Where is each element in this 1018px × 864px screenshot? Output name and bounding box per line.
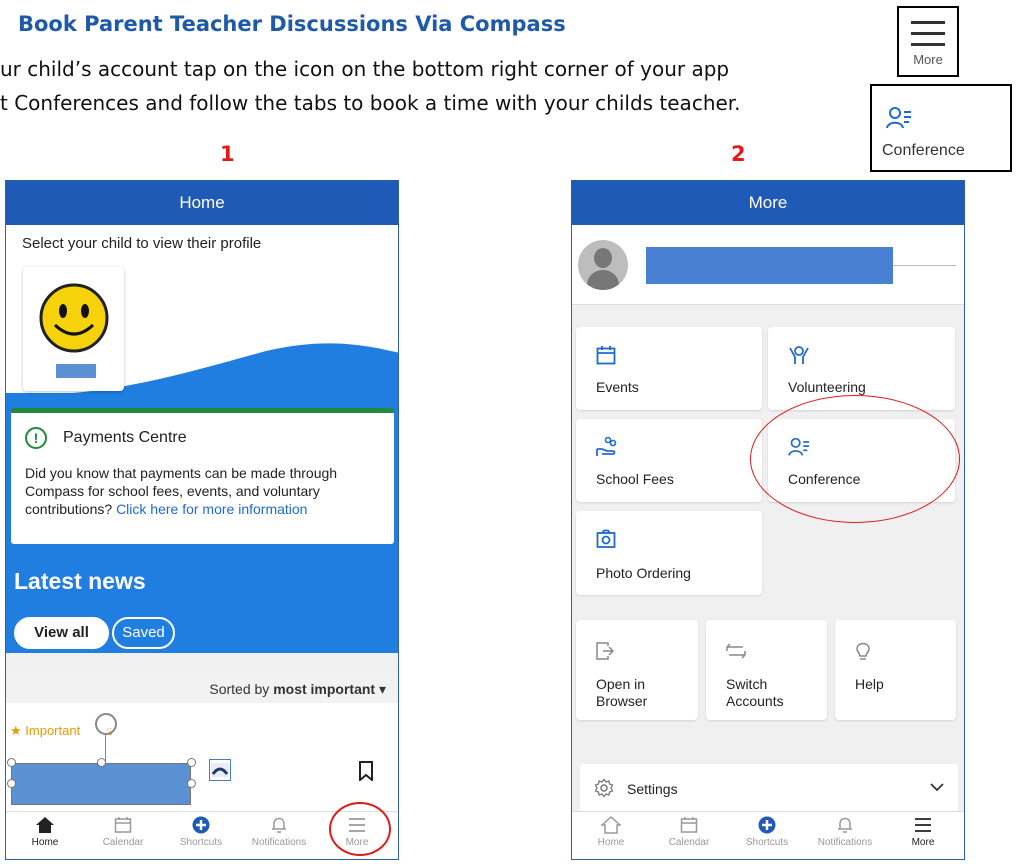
instruction-line-1: ur child’s account tap on the icon on th… [0, 57, 730, 81]
latest-news-heading: Latest news [14, 568, 146, 594]
more-header: More [572, 181, 964, 225]
tab-notifications[interactable]: Notifications [240, 816, 318, 848]
tab-home[interactable]: Home [572, 816, 650, 848]
home-icon [36, 817, 54, 833]
settings-label: Settings [627, 781, 678, 797]
bell-icon [838, 817, 852, 833]
resize-handle[interactable] [187, 758, 196, 767]
resize-handle[interactable] [187, 779, 196, 788]
saved-button[interactable]: Saved [112, 617, 175, 649]
smiley-avatar-icon [39, 283, 109, 353]
plus-icon [758, 816, 776, 834]
divider [893, 265, 956, 266]
tile-label: School Fees [596, 471, 674, 487]
select-child-prompt: Select your child to view their profile [22, 235, 262, 252]
tile-label: Open in Browser [596, 676, 648, 709]
payments-body: Did you know that payments can be made t… [25, 465, 338, 517]
legend-more-label: More [913, 52, 943, 67]
tab-calendar[interactable]: Calendar [650, 816, 728, 848]
legend-more-box: More [897, 6, 959, 77]
sort-label: Sorted by most important ▾ [209, 681, 386, 697]
redacted-news-item[interactable] [11, 763, 191, 805]
rotate-handle[interactable] [95, 713, 117, 735]
calendar-icon [114, 817, 132, 833]
calendar-icon [680, 817, 698, 833]
camera-icon [596, 529, 616, 548]
tile-events[interactable]: Events [576, 327, 762, 410]
settings-row[interactable]: Settings [580, 764, 958, 812]
tile-label: Events [596, 379, 639, 395]
tab-notifications[interactable]: Notifications [806, 816, 884, 848]
payments-title: Payments Centre [63, 429, 187, 446]
volunteer-icon [789, 346, 809, 364]
bell-icon [272, 817, 286, 833]
resize-handle[interactable] [7, 779, 16, 788]
tile-label: Volunteering [788, 379, 866, 395]
tile-switch-accounts[interactable]: Switch Accounts [706, 620, 827, 720]
conference-icon [886, 107, 911, 129]
rotate-handle-line [105, 735, 106, 761]
tab-shortcuts[interactable]: Shortcuts [162, 816, 240, 848]
redacted-parent-name [646, 247, 893, 284]
tile-photo-ordering[interactable]: Photo Ordering [576, 511, 762, 595]
home-icon [601, 816, 621, 834]
calendar-icon [596, 346, 616, 365]
lightbulb-icon [856, 642, 870, 660]
hamburger-icon [911, 21, 945, 46]
tile-label: Photo Ordering [596, 565, 691, 581]
redacted-child-name [56, 364, 96, 378]
news-thumbnail [209, 759, 231, 781]
conference-highlight-circle [750, 395, 960, 523]
alert-icon: ! [25, 427, 47, 449]
image-icon [211, 763, 229, 777]
tab-more[interactable]: More [884, 816, 962, 848]
avatar [578, 240, 628, 290]
chevron-down-icon[interactable] [930, 782, 944, 792]
hamburger-icon [915, 818, 931, 832]
tile-label: Switch Accounts [726, 676, 784, 709]
bookmark-icon[interactable] [358, 761, 374, 781]
tile-help[interactable]: Help [835, 620, 956, 720]
tile-school-fees[interactable]: School Fees [576, 419, 762, 502]
bottom-tab-bar: Home Calendar Shortcuts Notifications Mo… [572, 811, 964, 859]
profile-row[interactable] [572, 225, 964, 305]
plus-icon [192, 816, 210, 834]
step-number-1: 1 [220, 142, 235, 166]
child-profile-card[interactable] [23, 267, 124, 391]
resize-handle[interactable] [7, 758, 16, 767]
home-header: Home [6, 181, 398, 225]
phone-screenshot-home: Home Select your child to view their pro… [5, 180, 399, 860]
instruction-line-2: t Conferences and follow the tabs to boo… [0, 91, 741, 115]
resize-handle[interactable] [97, 758, 106, 767]
hand-coins-icon [596, 437, 617, 456]
tile-open-in-browser[interactable]: Open in Browser [576, 620, 698, 720]
tab-home[interactable]: Home [6, 816, 84, 848]
tab-calendar[interactable]: Calendar [84, 816, 162, 848]
payments-info-link[interactable]: Click here for more information [116, 501, 307, 517]
phone-screenshot-more: More Events Volunteering School Fees Con… [571, 180, 965, 860]
view-all-button[interactable]: View all [14, 617, 109, 649]
payments-centre-card[interactable]: ! Payments Centre Did you know that paym… [11, 408, 394, 544]
legend-conference-label: Conference [882, 142, 965, 159]
open-external-icon [596, 642, 614, 660]
legend-conference-box: Conference [870, 84, 1012, 172]
tab-shortcuts[interactable]: Shortcuts [728, 816, 806, 848]
gear-icon [594, 778, 614, 798]
more-tab-highlight-circle [329, 802, 391, 856]
tile-label: Help [855, 676, 884, 692]
document-title: Book Parent Teacher Discussions Via Comp… [18, 12, 566, 36]
step-number-2: 2 [731, 142, 746, 166]
switch-icon [726, 643, 746, 659]
